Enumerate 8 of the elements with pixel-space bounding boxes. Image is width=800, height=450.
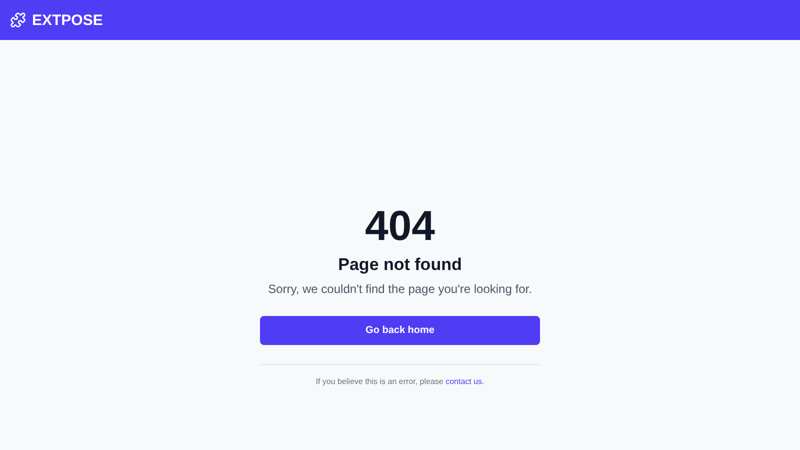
error-message: Sorry, we couldn't find the page you're looking for.: [268, 282, 532, 296]
error-code: 404: [364, 202, 436, 250]
help-text: If you believe this is an error, please contact us.: [316, 377, 484, 386]
home-button[interactable]: Go back home: [260, 316, 540, 345]
error-title: Page not found: [338, 254, 462, 276]
brand-name: EXTPOSE: [32, 12, 103, 28]
contact-link[interactable]: contact us: [446, 377, 482, 386]
puzzle-icon: [10, 12, 26, 28]
